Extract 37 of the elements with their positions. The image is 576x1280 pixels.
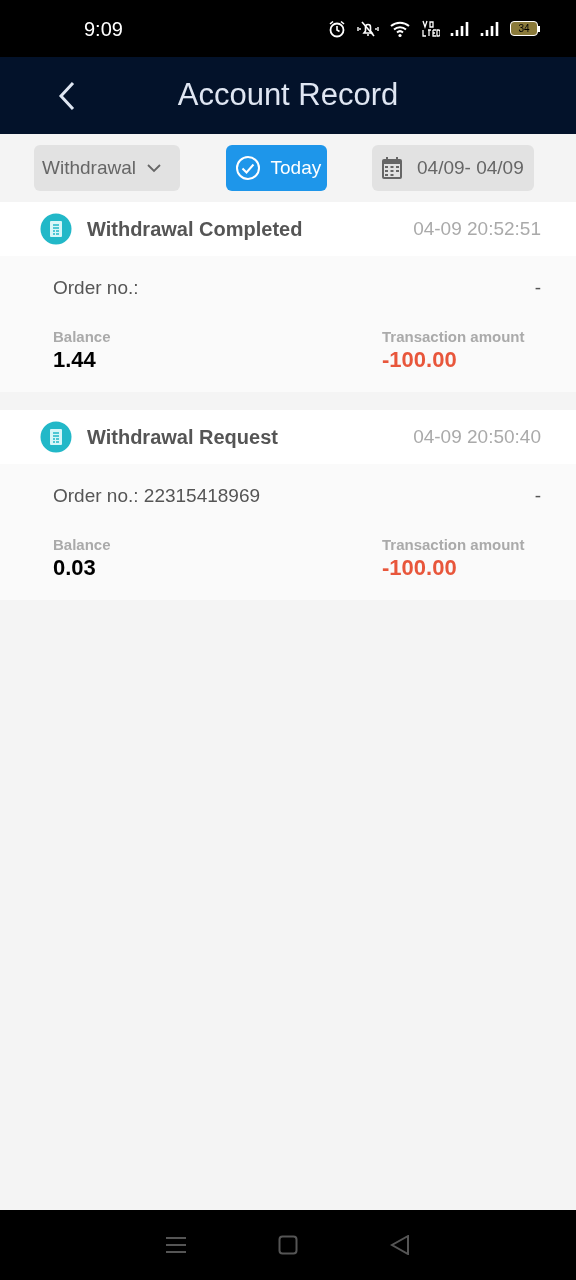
amount-label: Transaction amount [382,536,525,554]
type-dropdown[interactable]: Withdrawal [34,145,180,191]
balance-label: Balance [53,328,112,346]
receipt-icon [40,421,72,453]
record-title: Withdrawal Request [87,425,278,450]
volte-icon [422,19,440,38]
record-title: Withdrawal Completed [87,217,303,242]
today-button[interactable]: Today [225,145,327,191]
date-range-button[interactable]: 04/09- 04/09 [372,145,534,191]
menu-icon[interactable] [166,1235,186,1255]
wifi-icon [390,19,412,38]
amount-value: -100.00 [382,346,458,374]
muted-bell-icon [356,19,380,38]
record-time: 04-09 20:52:51 [413,216,541,241]
signal-icon [480,20,500,37]
balance-value: 0.03 [53,554,97,582]
order-number: Order no.: 22315418969 [53,483,261,508]
record-time: 04-09 20:50:40 [413,424,541,449]
amount-label: Transaction amount [382,328,525,346]
signal-icon [450,20,470,37]
order-status: - [534,275,541,300]
battery-icon: 34 [510,21,540,36]
amount-value: -100.00 [382,554,458,582]
check-circle-icon [234,155,261,181]
order-number: Order no.: [53,275,139,300]
receipt-icon [40,213,72,245]
order-status: - [534,483,541,508]
balance-label: Balance [53,536,112,554]
balance-value: 1.44 [53,346,97,374]
status-time: 9:09 [84,16,123,42]
alarm-icon [328,19,346,38]
calendar-icon [381,156,403,180]
chevron-down-icon [146,163,162,173]
back-triangle-icon[interactable] [390,1235,410,1255]
back-icon [58,81,76,111]
home-icon[interactable] [278,1235,298,1255]
screen-title: Account Record [177,76,399,115]
